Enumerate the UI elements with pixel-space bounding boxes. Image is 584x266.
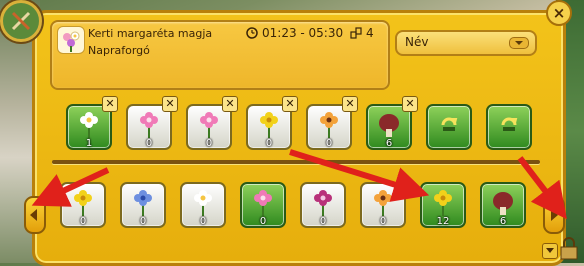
slot-count: 0 [325,138,333,149]
seed-count-text: 4 [366,26,374,40]
pink-foxglove-icon [140,112,158,138]
slot-count: 0 [319,216,327,227]
selected-slot-empty-slot-2[interactable] [486,104,532,150]
yellow-primrose-icon [260,112,278,138]
white-babysbreath-icon [194,190,212,216]
empty-slot-2-icon [501,117,518,131]
slot-count: 0 [145,138,153,149]
inventory-slot-mushroom-red[interactable]: 6 [480,182,526,228]
seed-title: Kerti margaréta magja [88,27,213,40]
remove-slot-button[interactable]: ✕ [342,96,358,112]
scroll-right-button[interactable] [543,196,565,234]
magenta-snapdragon-icon [314,190,332,216]
time-range-text: 01:23 - 05:30 [262,26,344,40]
slot-count: 1 [85,138,93,149]
slot-count: 0 [265,138,273,149]
garden-tools-badge[interactable] [0,0,42,42]
lock-icon[interactable] [558,237,580,261]
blue-cornflower-icon [134,190,152,216]
remove-slot-button[interactable]: ✕ [222,96,238,112]
clock-icon [246,27,258,39]
remove-slot-button[interactable]: ✕ [282,96,298,112]
remove-slot-button[interactable]: ✕ [102,96,118,112]
section-divider [52,160,540,164]
scroll-left-button[interactable] [24,196,46,234]
inventory-slot-magenta-snapdragon[interactable]: 0 [300,182,346,228]
flower-bouquet-icon [63,31,80,52]
slot-count: 0 [139,216,147,227]
yellow-daffodil-icon [434,190,452,216]
empty-slot-1-icon [441,117,458,131]
remove-slot-button[interactable]: ✕ [162,96,178,112]
seed-count: 4 [350,26,374,40]
pink-bloom-icon [200,112,218,138]
seed-icon [350,27,362,39]
sort-selected-value: Név [405,35,429,49]
white-daisy-icon [80,112,98,138]
sort-dropdown[interactable]: Név [395,30,537,56]
inventory-slot-yellow-buttercup[interactable]: 0 [60,182,106,228]
pink-daisy-icon [254,190,272,216]
garden-tools-icon [11,11,31,31]
selected-slot-empty-slot-1[interactable] [426,104,472,150]
inventory-slot-yellow-daffodil[interactable]: 12 [420,182,466,228]
slot-count: 0 [205,138,213,149]
inventory-slot-orange-lily[interactable]: 0 [360,182,406,228]
slot-count: 6 [499,216,507,227]
slot-count: 0 [379,216,387,227]
slot-count: 0 [79,216,87,227]
remove-slot-button[interactable]: ✕ [402,96,418,112]
orange-lily-icon [374,190,392,216]
close-button[interactable]: × [546,0,572,26]
slot-count: 0 [199,216,207,227]
mushroom-icon [379,114,399,137]
chevron-down-icon [509,37,529,49]
plant-name: Napraforgó [88,44,150,57]
garden-info-panel: Kerti margaréta magja Napraforgó 01:23 -… [50,20,390,90]
orchid-icon [320,112,338,138]
scroll-down-button[interactable] [542,243,558,259]
inventory-slot-blue-cornflower[interactable]: 0 [120,182,166,228]
inventory-slot-white-babysbreath[interactable]: 0 [180,182,226,228]
slot-count: 0 [259,216,267,227]
slot-count: 6 [385,138,393,149]
slot-count: 12 [436,216,450,227]
yellow-buttercup-icon [74,190,92,216]
time-range: 01:23 - 05:30 [246,26,343,40]
inventory-slot-pink-daisy[interactable]: 0 [240,182,286,228]
mushroom-red-icon [493,192,513,215]
flower-thumbnail [57,26,85,54]
